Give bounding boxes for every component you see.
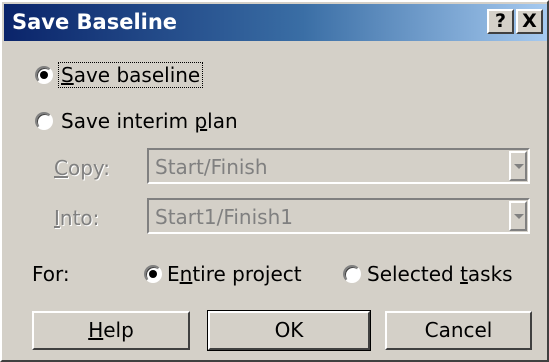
save-interim-plan-label[interactable]: Save interim plan (61, 109, 238, 133)
title-bar: Save Baseline ? X (4, 4, 547, 41)
dialog-title: Save Baseline (12, 10, 178, 34)
save-interim-plan-radio[interactable] (35, 112, 53, 130)
save-baseline-radio[interactable] (35, 66, 53, 84)
chevron-down-icon[interactable] (509, 151, 527, 181)
selected-tasks-label[interactable]: Selected tasks (367, 262, 513, 286)
into-label: Into: (54, 206, 100, 230)
selected-tasks-radio[interactable] (343, 265, 361, 283)
help-button[interactable]: Help (32, 311, 190, 350)
for-label: For: (32, 262, 70, 286)
save-baseline-dialog: Save Baseline ? X Save baseline Save int… (0, 0, 549, 362)
close-icon[interactable]: X (516, 9, 543, 34)
chevron-down-icon[interactable] (509, 201, 527, 231)
copy-label: Copy: (54, 156, 111, 180)
entire-project-radio[interactable] (144, 265, 162, 283)
help-icon[interactable]: ? (487, 9, 514, 34)
cancel-button[interactable]: Cancel (385, 311, 532, 350)
entire-project-label[interactable]: Entire project (167, 262, 302, 286)
into-value: Start1/Finish1 (155, 205, 293, 229)
into-dropdown[interactable]: Start1/Finish1 (147, 198, 530, 234)
copy-value: Start/Finish (155, 155, 268, 179)
copy-dropdown[interactable]: Start/Finish (147, 148, 530, 184)
ok-button[interactable]: OK (207, 310, 371, 351)
save-baseline-label[interactable]: Save baseline (58, 62, 204, 88)
